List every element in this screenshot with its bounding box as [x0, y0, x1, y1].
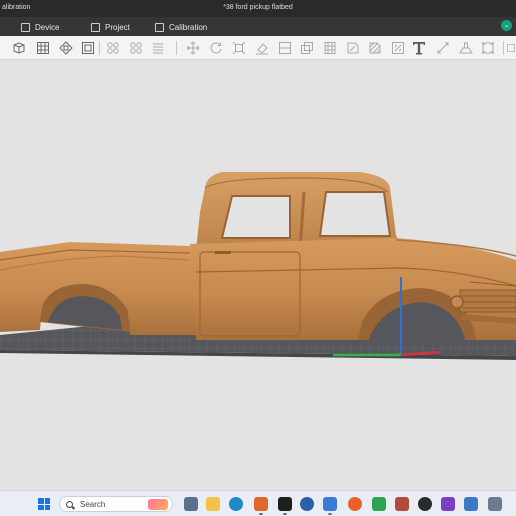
- emboss-icon[interactable]: [458, 40, 474, 56]
- calibration-icon: [155, 22, 164, 32]
- tab-device-label: Device: [35, 22, 60, 32]
- running-indicator: [328, 513, 332, 515]
- tab-device[interactable]: Device: [21, 21, 59, 33]
- tab-project[interactable]: Project: [91, 21, 130, 33]
- arrange-icon[interactable]: [58, 40, 74, 56]
- photos-icon[interactable]: [464, 497, 478, 511]
- lay-flat-icon[interactable]: [254, 40, 270, 56]
- auto-layout-icon[interactable]: [105, 40, 121, 56]
- green-app-icon[interactable]: [372, 497, 386, 511]
- cut-icon[interactable]: [277, 40, 293, 56]
- tab-calibration-label: Calibration: [169, 22, 208, 32]
- toolbar: [0, 36, 516, 60]
- system-tray-icon[interactable]: [488, 497, 502, 511]
- scene: [0, 172, 516, 360]
- scale-icon[interactable]: [231, 40, 247, 56]
- tab-calibration[interactable]: Calibration: [155, 21, 207, 33]
- media-player-icon[interactable]: [418, 497, 432, 511]
- project-icon: [91, 22, 100, 32]
- more-tools-icon[interactable]: [506, 40, 516, 56]
- windows-start-icon[interactable]: [38, 498, 50, 510]
- text-icon[interactable]: [411, 40, 427, 56]
- layers-icon[interactable]: [150, 40, 166, 56]
- support-paint-icon[interactable]: [367, 40, 383, 56]
- video-editor-icon[interactable]: [441, 497, 455, 511]
- 3d-viewport[interactable]: [0, 60, 516, 490]
- search-icon: [66, 500, 73, 508]
- fuzzy-skin-icon[interactable]: [390, 40, 406, 56]
- chitubox-icon[interactable]: [300, 497, 314, 511]
- chevron-down-icon[interactable]: ⌄: [501, 20, 512, 31]
- taskbar: Search: [0, 490, 516, 516]
- rotate-icon[interactable]: [208, 40, 224, 56]
- running-indicator: [259, 513, 263, 515]
- title-bar: alibration *38 ford pickup flatbed: [0, 0, 516, 17]
- toolbar-separator: [176, 41, 177, 55]
- assembly-icon[interactable]: [480, 40, 496, 56]
- split-icon[interactable]: [128, 40, 144, 56]
- tab-project-label: Project: [105, 22, 130, 32]
- slicer-app-icon[interactable]: [323, 497, 337, 511]
- measure-icon[interactable]: [435, 40, 451, 56]
- taskbar-search[interactable]: Search: [59, 496, 173, 512]
- toolbar-separator: [99, 41, 100, 55]
- boolean-icon[interactable]: [299, 40, 315, 56]
- bambu-studio-icon[interactable]: [278, 497, 292, 511]
- headlight: [450, 295, 464, 309]
- toolbar-separator: [503, 41, 504, 55]
- search-placeholder: Search: [80, 499, 106, 509]
- cab-rear-window: [222, 196, 290, 238]
- orient-icon[interactable]: [80, 40, 96, 56]
- search-highlight-icon: [148, 499, 168, 510]
- windshield: [320, 192, 390, 236]
- firefox-icon[interactable]: [348, 497, 362, 511]
- fusion-icon[interactable]: [254, 497, 268, 511]
- task-view-icon[interactable]: [184, 497, 198, 511]
- front-grille: [459, 289, 516, 313]
- file-explorer-icon[interactable]: [206, 497, 220, 511]
- running-indicator: [283, 513, 287, 515]
- edge-icon[interactable]: [229, 497, 243, 511]
- paint-icon[interactable]: [322, 40, 338, 56]
- device-icon: [21, 22, 30, 32]
- seam-icon[interactable]: [345, 40, 361, 56]
- add-object-icon[interactable]: [11, 40, 27, 56]
- red-app-icon[interactable]: [395, 497, 409, 511]
- menu-bar: Device Project Calibration ⌄: [0, 17, 516, 36]
- file-title: *38 ford pickup flatbed: [223, 4, 293, 11]
- grid-icon[interactable]: [35, 40, 51, 56]
- move-icon[interactable]: [185, 40, 201, 56]
